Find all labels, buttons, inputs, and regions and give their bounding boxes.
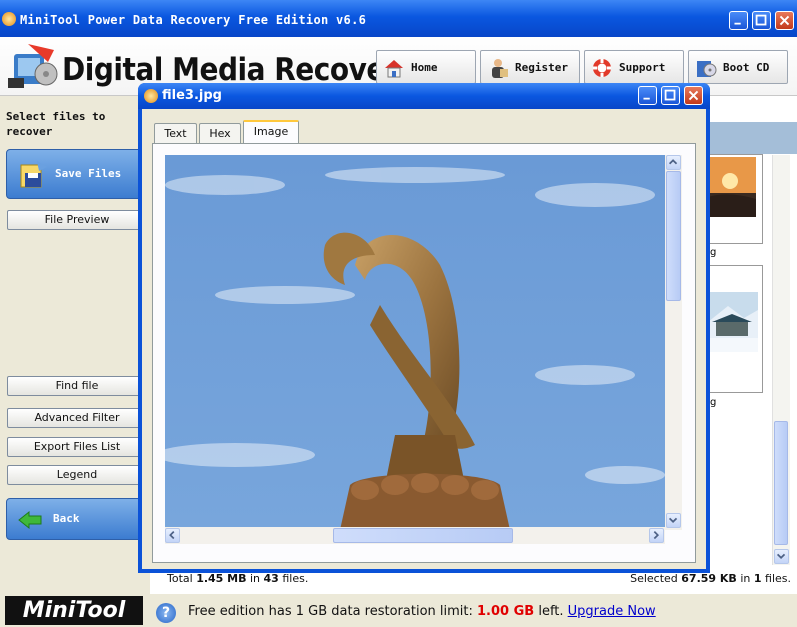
scroll-left-button[interactable]: [165, 528, 180, 543]
support-button[interactable]: Support: [584, 50, 684, 84]
find-file-button[interactable]: Find file: [7, 376, 147, 396]
thumbnail-caption: g: [710, 397, 717, 408]
selected-status: Selected 67.59 KB in 1 files.: [630, 572, 791, 585]
maximize-button[interactable]: [752, 11, 771, 30]
dialog-minimize-button[interactable]: [638, 86, 657, 105]
total-status: Total 1.45 MB in 43 files.: [167, 572, 309, 585]
back-arrow-icon: [18, 510, 42, 530]
window-title: MiniTool Power Data Recovery Free Editio…: [20, 13, 367, 27]
digital-media-logo-icon: [8, 44, 58, 88]
tab-hex[interactable]: Hex: [199, 123, 241, 143]
bottom-bar: MiniTool ? Free edition has 1 GB data re…: [0, 594, 797, 627]
register-button[interactable]: Register: [480, 50, 580, 84]
dialog-title-bar[interactable]: file3.jpg: [138, 83, 710, 109]
thumbnail-pavilion[interactable]: [708, 265, 763, 393]
file-preview-button[interactable]: File Preview: [7, 210, 147, 230]
app-icon: [2, 12, 16, 26]
upgrade-now-link[interactable]: Upgrade Now: [568, 604, 656, 619]
main-title-bar: MiniTool Power Data Recovery Free Editio…: [0, 0, 797, 37]
chevron-right-icon: [653, 530, 660, 540]
minimize-icon: [734, 22, 741, 25]
scroll-up-button[interactable]: [666, 155, 681, 170]
boot-cd-button[interactable]: Boot CD: [688, 50, 788, 84]
maximize-icon: [664, 89, 676, 101]
scrollbar-thumb[interactable]: [774, 421, 788, 545]
chevron-down-icon: [668, 517, 678, 524]
legend-button[interactable]: Legend: [7, 465, 147, 485]
dialog-title: file3.jpg: [162, 88, 222, 103]
minitool-logo: MiniTool: [5, 596, 143, 625]
chevron-down-icon: [776, 553, 786, 560]
list-header-strip: [708, 122, 797, 154]
boot-cd-icon: [697, 61, 717, 77]
save-files-icon: [20, 161, 47, 188]
sunset-image: [708, 157, 756, 217]
thumbnail-caption: g: [710, 247, 717, 258]
dialog-maximize-button[interactable]: [661, 86, 680, 105]
close-icon: [779, 15, 790, 26]
vertical-scroll-thumb[interactable]: [666, 171, 681, 301]
preview-vertical-scrollbar[interactable]: [665, 155, 682, 530]
statue-image: [165, 155, 665, 530]
dialog-app-icon: [144, 89, 158, 103]
register-icon: [492, 59, 508, 78]
lifebuoy-icon: [593, 59, 611, 77]
scroll-down-button[interactable]: [666, 513, 681, 528]
home-button[interactable]: Home: [376, 50, 476, 84]
select-files-label: Select files to recover: [6, 110, 106, 138]
scroll-right-button[interactable]: [649, 528, 664, 543]
preview-horizontal-scrollbar[interactable]: [165, 527, 665, 544]
help-icon[interactable]: ?: [156, 603, 176, 623]
minimize-button[interactable]: [729, 11, 748, 30]
maximize-icon: [755, 14, 767, 26]
home-icon: [385, 60, 403, 78]
thumbnail-sunset[interactable]: [708, 154, 763, 244]
close-button[interactable]: [775, 11, 794, 30]
export-files-list-button[interactable]: Export Files List: [7, 437, 147, 457]
limit-message: Free edition has 1 GB data restoration l…: [188, 604, 656, 619]
back-button[interactable]: Back: [6, 498, 146, 540]
advanced-filter-button[interactable]: Advanced Filter: [7, 408, 147, 428]
file-list-scrollbar[interactable]: [772, 155, 790, 565]
snow-pavilion-image: [708, 292, 758, 352]
scroll-down-button[interactable]: [774, 549, 789, 564]
horizontal-scroll-thumb[interactable]: [333, 528, 513, 543]
image-preview: [165, 155, 665, 530]
tab-image[interactable]: Image: [243, 120, 299, 144]
chevron-left-icon: [169, 530, 175, 540]
left-panel: Select files to recover Save Files File …: [0, 96, 150, 594]
dialog-close-button[interactable]: [684, 86, 703, 105]
chevron-up-icon: [668, 159, 678, 165]
tab-text[interactable]: Text: [154, 123, 197, 143]
limit-left-value: 1.00 GB: [477, 604, 535, 619]
close-icon: [688, 90, 699, 101]
minimize-icon: [643, 97, 650, 100]
save-files-button[interactable]: Save Files: [6, 149, 146, 199]
